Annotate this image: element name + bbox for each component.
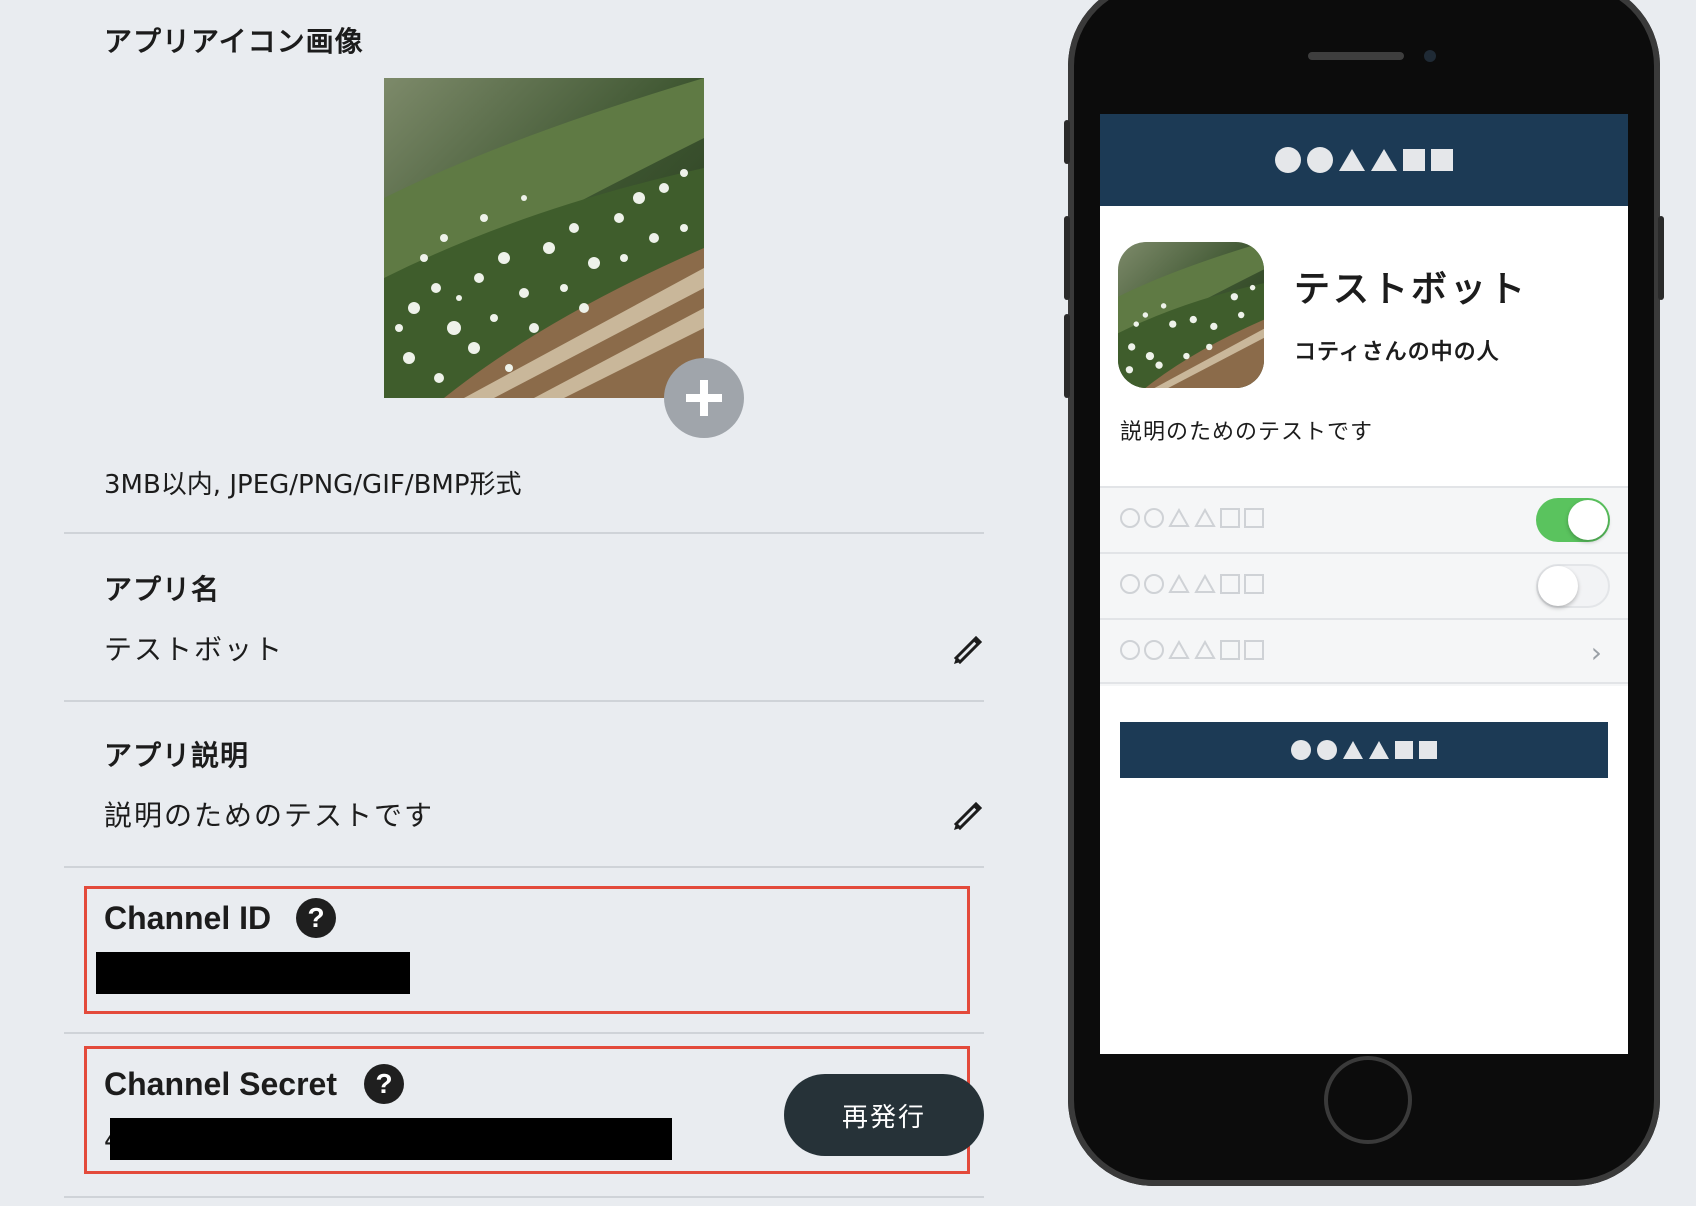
- divider: [64, 532, 984, 534]
- phone-speaker: [1308, 52, 1404, 60]
- phone-screen: テストボット コティさんの中の人 説明のためのテストです ›: [1100, 114, 1628, 1054]
- preview-provider-name: コティさんの中の人: [1294, 340, 1500, 365]
- preview-row[interactable]: [1100, 486, 1628, 552]
- flower-photo: [1118, 242, 1264, 388]
- app-name-title: アプリ名: [104, 573, 221, 606]
- placeholder-shapes: [1120, 640, 1264, 660]
- app-name-value: テストボット: [104, 633, 285, 666]
- placeholder-shapes: [1291, 740, 1437, 760]
- preview-settings-list: ›: [1100, 486, 1628, 686]
- toggle-switch-off[interactable]: [1536, 564, 1610, 608]
- icon-section-title: アプリアイコン画像: [104, 25, 364, 58]
- channel-secret-help-icon[interactable]: ?: [364, 1064, 404, 1104]
- preview-row[interactable]: ›: [1100, 618, 1628, 684]
- phone-mute-switch: [1064, 120, 1070, 164]
- chevron-right-icon: ›: [1590, 636, 1602, 669]
- channel-id-redacted-value: [96, 952, 410, 994]
- edit-app-name-button[interactable]: [948, 630, 988, 670]
- toggle-switch-on[interactable]: [1536, 498, 1610, 542]
- phone-camera: [1424, 50, 1436, 62]
- phone-volume-up: [1064, 216, 1070, 300]
- preview-row[interactable]: [1100, 552, 1628, 618]
- add-image-button[interactable]: [664, 358, 744, 438]
- app-icon-image[interactable]: [384, 78, 704, 398]
- phone-volume-down: [1064, 314, 1070, 398]
- pencil-icon: [953, 635, 983, 665]
- placeholder-shapes: [1275, 147, 1453, 173]
- pencil-icon: [953, 801, 983, 831]
- flower-photo: [384, 78, 704, 398]
- divider: [64, 866, 984, 868]
- app-description-title: アプリ説明: [104, 739, 250, 772]
- preview-header: [1100, 114, 1628, 206]
- app-description-value: 説明のためのテストです: [104, 799, 435, 832]
- channel-secret-title: Channel Secret: [104, 1066, 337, 1102]
- divider: [64, 1196, 984, 1198]
- channel-id-title: Channel ID: [104, 900, 272, 936]
- home-button: [1324, 1056, 1412, 1144]
- reissue-button[interactable]: 再発行: [784, 1074, 984, 1156]
- preview-description: 説明のためのテストです: [1120, 420, 1374, 445]
- plus-icon: [686, 380, 722, 416]
- divider: [64, 700, 984, 702]
- preview-app-name: テストボット: [1294, 269, 1529, 310]
- divider: [64, 1032, 984, 1034]
- preview-action-button[interactable]: [1120, 722, 1608, 778]
- channel-secret-redacted-value: [110, 1118, 672, 1160]
- settings-panel: アプリアイコン画像 3MB以内, JPEG/PNG/GIF/BMP形式 アプリ名…: [0, 0, 1000, 1206]
- channel-id-help-icon[interactable]: ?: [296, 898, 336, 938]
- phone-power-button: [1658, 216, 1664, 300]
- icon-format-note: 3MB以内, JPEG/PNG/GIF/BMP形式: [104, 470, 522, 500]
- placeholder-shapes: [1120, 508, 1264, 528]
- placeholder-shapes: [1120, 574, 1264, 594]
- edit-app-description-button[interactable]: [948, 796, 988, 836]
- preview-app-icon: [1118, 242, 1264, 388]
